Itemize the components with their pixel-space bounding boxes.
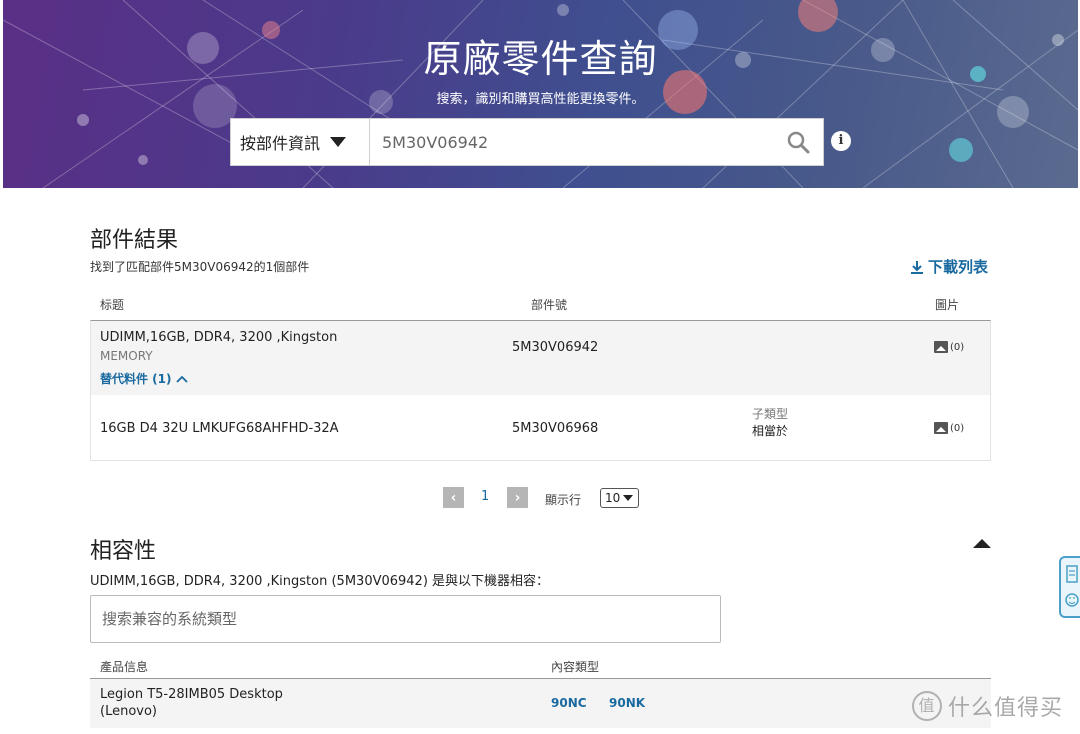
results-summary: 找到了匹配部件5M30V06942的1個部件 (90, 260, 310, 274)
product-brand: (Lenovo) (100, 704, 157, 719)
rows-per-page-select[interactable]: 10 (600, 488, 639, 508)
part-search-bar: 按部件資訊 (230, 118, 824, 166)
column-header-content-type: 內容類型 (551, 660, 600, 674)
table-row (90, 678, 991, 728)
alternate-parts-label: 替代料件 (1) (100, 372, 172, 386)
results-heading: 部件結果 (90, 228, 179, 253)
part-title: UDIMM,16GB, DDR4, 3200 ,Kingston (100, 330, 338, 345)
part-search-input[interactable] (370, 119, 773, 165)
compatible-systems-search-input[interactable] (90, 595, 721, 643)
table-row: UDIMM,16GB, DDR4, 3200 ,Kingston MEMORY … (91, 321, 990, 395)
subtype-value: 相當於 (752, 424, 789, 438)
image-count: (0) (950, 341, 965, 353)
chevron-up-icon (175, 375, 188, 383)
subtype-label: 子類型 (752, 407, 789, 421)
machine-type-link-90nc[interactable]: 90NC (551, 696, 587, 710)
caret-down-icon (330, 137, 347, 147)
column-header-title: 标题 (100, 298, 125, 312)
current-page-number[interactable]: 1 (481, 489, 489, 504)
part-number: 5M30V06942 (512, 340, 599, 355)
rows-per-page-label: 顯示行 (545, 493, 582, 507)
alternate-parts-toggle[interactable]: 替代料件 (1) (100, 370, 188, 387)
image-gallery-link[interactable]: (0) (934, 422, 964, 434)
column-header-part-number: 部件號 (531, 298, 568, 312)
compatibility-description: UDIMM,16GB, DDR4, 3200 ,Kingston (5M30V0… (90, 574, 550, 589)
search-mode-label: 按部件資訊 (240, 134, 321, 153)
compatibility-heading: 相容性 (90, 539, 157, 564)
watermark-text: 什么值得买 (948, 696, 1064, 721)
previous-page-button[interactable]: ‹ (443, 487, 464, 508)
machine-type-link-90nk[interactable]: 90NK (609, 696, 645, 710)
collapse-section-icon[interactable] (973, 539, 991, 548)
image-icon (934, 341, 948, 353)
site-watermark: 值 什么值得买 (912, 690, 1063, 722)
product-name: Legion T5-28IMB05 Desktop (100, 687, 283, 702)
part-title: 16GB D4 32U LMKUFG68AHFHD-32A (100, 421, 339, 436)
feedback-widget[interactable] (1059, 556, 1080, 618)
image-count: (0) (950, 422, 965, 434)
rows-per-page-value: 10 (605, 491, 621, 505)
search-button[interactable] (773, 119, 823, 165)
watermark-badge: 值 (912, 691, 942, 721)
search-mode-dropdown[interactable]: 按部件資訊 (231, 119, 370, 165)
image-gallery-link[interactable]: (0) (934, 341, 964, 353)
next-page-button[interactable]: › (507, 487, 528, 508)
feedback-icon (1065, 565, 1079, 607)
part-category: MEMORY (100, 349, 153, 363)
column-header-image: 圖片 (935, 298, 960, 312)
download-icon (911, 260, 923, 274)
download-list-label: 下載列表 (928, 258, 989, 276)
page-title: 原廠零件查詢 (423, 37, 658, 81)
caret-down-icon (623, 495, 634, 501)
part-number: 5M30V06968 (512, 421, 599, 436)
download-list-link[interactable]: 下載列表 (910, 256, 988, 277)
search-icon (787, 131, 810, 154)
results-table: UDIMM,16GB, DDR4, 3200 ,Kingston MEMORY … (90, 320, 991, 461)
info-icon[interactable]: i (831, 131, 851, 151)
column-header-product: 產品信息 (100, 660, 149, 674)
image-icon (934, 422, 948, 434)
page-subtitle: 搜索，識別和購買高性能更換零件。 (436, 92, 645, 107)
